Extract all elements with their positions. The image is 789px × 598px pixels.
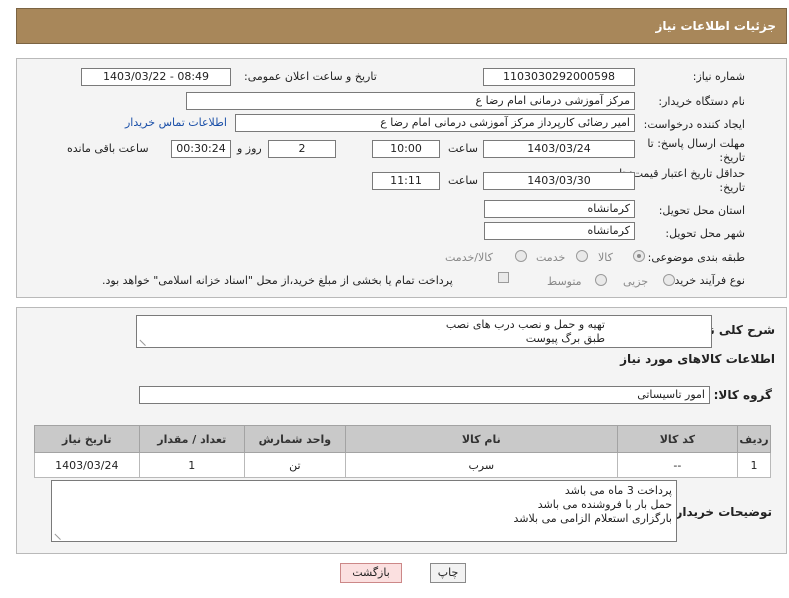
deadline-label: مهلت ارسال پاسخ: تا تاریخ: <box>647 137 745 164</box>
category-option-both: کالا/خدمت <box>445 251 493 264</box>
deadline-time-field: 10:00 <box>372 140 440 158</box>
delivery-province-field: کرمانشاه <box>484 200 635 218</box>
table-row: 1403/03/24 1 تن سرب -- 1 <box>34 452 771 478</box>
description-textarea[interactable]: تهیه و حمل و نصب درب های نصب طبق برگ پیو… <box>136 315 712 348</box>
description-line-2: طبق برگ پیوست <box>525 332 605 345</box>
category-option-goods: کالا <box>598 251 613 264</box>
buyer-contact-link[interactable]: اطلاعات تماس خریدار <box>125 116 227 129</box>
page-title: جزئیات اطلاعات نیاز <box>655 19 776 33</box>
delivery-city-label: شهر محل تحویل: <box>665 227 745 240</box>
goods-table-header: تاریخ نیاز تعداد / مقدار واحد شمارش نام … <box>34 425 771 453</box>
notes-line-1: پرداخت 3 ماه می باشد <box>564 484 672 497</box>
resize-grip-icon[interactable] <box>139 333 152 347</box>
deadline-time-label: ساعت <box>448 142 478 155</box>
resize-grip-icon[interactable] <box>54 527 67 541</box>
creator-label: ایجاد کننده درخواست: <box>643 118 745 131</box>
deadline-date-field: 1403/03/24 <box>483 140 635 158</box>
need-number-field: 1103030292000598 <box>483 68 635 86</box>
print-button[interactable]: چاپ <box>430 563 466 583</box>
treasury-payment-note: پرداخت تمام یا بخشی از مبلغ خرید،از محل … <box>102 274 453 287</box>
page-header: جزئیات اطلاعات نیاز <box>16 8 787 44</box>
goods-group-field: امور تاسیساتی <box>139 386 710 404</box>
back-button[interactable]: بازگشت <box>340 563 402 583</box>
remaining-time-label: ساعت باقی مانده <box>67 142 149 155</box>
process-option-minor: جزیی <box>623 275 649 288</box>
buyer-org-label: نام دستگاه خریدار: <box>658 95 745 108</box>
description-line-1: تهیه و حمل و نصب درب های نصب <box>445 318 605 331</box>
cell-unit: تن <box>243 452 346 478</box>
validity-date-field: 1403/03/30 <box>483 172 635 190</box>
col-code: کد کالا <box>616 425 739 453</box>
need-number-label: شماره نیاز: <box>692 70 745 83</box>
cell-name: سرب <box>344 452 618 478</box>
col-name: نام کالا <box>344 425 618 453</box>
validity-time-label: ساعت <box>448 174 478 187</box>
treasury-payment-checkbox[interactable] <box>498 272 509 283</box>
category-radio-goods[interactable] <box>633 250 645 262</box>
category-radio-service[interactable] <box>576 250 588 262</box>
remaining-time-field: 00:30:24 <box>171 140 231 158</box>
cell-row: 1 <box>737 452 771 478</box>
process-option-medium: متوسط <box>547 275 582 288</box>
days-label: روز و <box>237 142 262 155</box>
days-remaining-field: 2 <box>268 140 336 158</box>
goods-group-label: گروه کالا: <box>713 388 772 402</box>
col-date: تاریخ نیاز <box>34 425 140 453</box>
validity-time-field: 11:11 <box>372 172 440 190</box>
col-row: ردیف <box>737 425 771 453</box>
process-radio-medium[interactable] <box>595 274 607 286</box>
goods-table: تاریخ نیاز تعداد / مقدار واحد شمارش نام … <box>34 425 771 478</box>
buyer-org-field: مرکز آموزشی درمانی امام رضا ع <box>186 92 635 110</box>
announce-datetime-label: تاریخ و ساعت اعلان عمومی: <box>244 70 377 83</box>
cell-date: 1403/03/24 <box>34 452 140 478</box>
notes-line-2: حمل بار با فروشنده می باشد <box>537 498 672 511</box>
delivery-city-field: کرمانشاه <box>484 222 635 240</box>
goods-section-title: اطلاعات کالاهای مورد نیاز <box>620 352 775 366</box>
buyer-notes-label: توضیحات خریدار: <box>670 505 772 519</box>
buyer-notes-textarea[interactable]: پرداخت 3 ماه می باشد حمل بار با فروشنده … <box>51 480 677 542</box>
notes-line-3: بارگزاری استعلام الزامی می بلاشد <box>513 512 672 525</box>
cell-code: -- <box>616 452 739 478</box>
col-quantity: تعداد / مقدار <box>138 425 245 453</box>
delivery-province-label: استان محل تحویل: <box>658 204 745 217</box>
category-radio-both[interactable] <box>515 250 527 262</box>
category-label: طبقه بندی موضوعی: <box>647 251 745 264</box>
cell-quantity: 1 <box>138 452 245 478</box>
process-radio-minor[interactable] <box>663 274 675 286</box>
category-option-service: خدمت <box>536 251 566 264</box>
process-type-label: نوع فرآیند خرید : <box>667 274 745 287</box>
col-unit: واحد شمارش <box>243 425 346 453</box>
announce-datetime-field: 1403/03/22 - 08:49 <box>81 68 231 86</box>
creator-field: امیر رضائی کارپرداز مرکز آموزشی درمانی ا… <box>235 114 635 132</box>
